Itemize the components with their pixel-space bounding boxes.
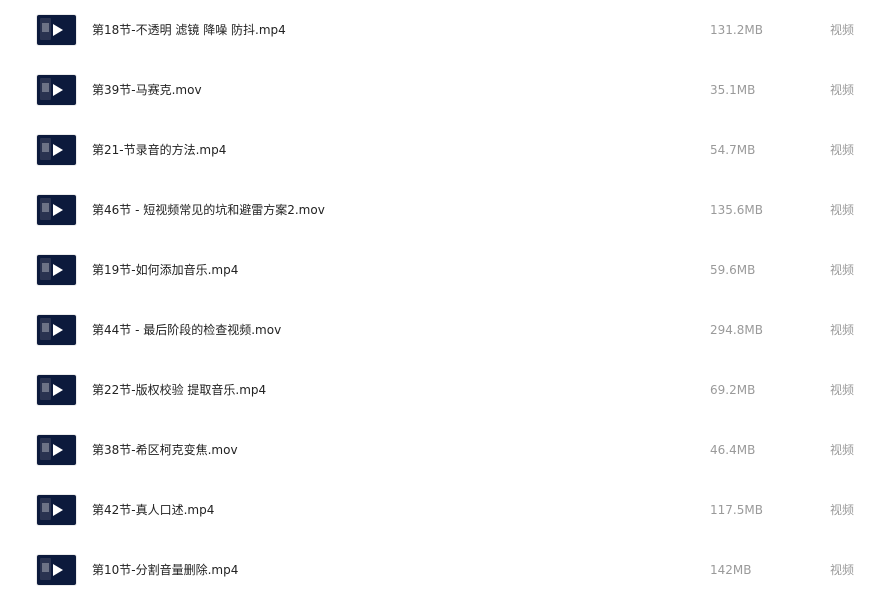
file-size: 54.7MB <box>710 143 756 157</box>
play-icon <box>53 84 63 96</box>
file-row[interactable]: 第44节 - 最后阶段的检查视频.mov 294.8MB 视频 <box>0 300 888 360</box>
file-type: 视频 <box>830 443 855 457</box>
play-icon <box>53 144 63 156</box>
file-name[interactable]: 第21-节录音的方法.mp4 <box>92 140 226 160</box>
file-size: 59.6MB <box>710 263 756 277</box>
file-name[interactable]: 第42节-真人口述.mp4 <box>92 500 214 520</box>
file-row[interactable]: 第38节-希区柯克变焦.mov 46.4MB 视频 <box>0 420 888 480</box>
file-name[interactable]: 第22节-版权校验 提取音乐.mp4 <box>92 380 266 400</box>
video-thumbnail-icon[interactable] <box>37 555 76 585</box>
file-name[interactable]: 第44节 - 最后阶段的检查视频.mov <box>92 320 281 340</box>
file-name[interactable]: 第18节-不透明 滤镜 降噪 防抖.mp4 <box>92 20 286 40</box>
file-list: 第18节-不透明 滤镜 降噪 防抖.mp4 131.2MB 视频 第39节-马赛… <box>0 0 888 600</box>
file-name[interactable]: 第39节-马赛克.mov <box>92 80 202 100</box>
video-thumbnail-icon[interactable] <box>37 15 76 45</box>
file-size: 142MB <box>710 563 752 577</box>
file-type: 视频 <box>830 203 855 217</box>
file-size: 69.2MB <box>710 383 756 397</box>
file-row[interactable]: 第22节-版权校验 提取音乐.mp4 69.2MB 视频 <box>0 360 888 420</box>
video-thumbnail-icon[interactable] <box>37 375 76 405</box>
file-type: 视频 <box>830 383 855 397</box>
play-icon <box>53 444 63 456</box>
video-thumbnail-icon[interactable] <box>37 75 76 105</box>
video-thumbnail-icon[interactable] <box>37 195 76 225</box>
file-row[interactable]: 第39节-马赛克.mov 35.1MB 视频 <box>0 60 888 120</box>
file-size: 117.5MB <box>710 503 763 517</box>
file-type: 视频 <box>830 323 855 337</box>
file-row[interactable]: 第42节-真人口述.mp4 117.5MB 视频 <box>0 480 888 540</box>
play-icon <box>53 24 63 36</box>
file-name[interactable]: 第19节-如何添加音乐.mp4 <box>92 260 238 280</box>
file-type: 视频 <box>830 83 855 97</box>
file-size: 46.4MB <box>710 443 756 457</box>
file-name[interactable]: 第10节-分割音量删除.mp4 <box>92 560 238 580</box>
video-thumbnail-icon[interactable] <box>37 135 76 165</box>
play-icon <box>53 324 63 336</box>
play-icon <box>53 564 63 576</box>
file-type: 视频 <box>830 563 855 577</box>
video-thumbnail-icon[interactable] <box>37 495 76 525</box>
file-size: 135.6MB <box>710 203 763 217</box>
play-icon <box>53 504 63 516</box>
file-name[interactable]: 第46节 - 短视频常见的坑和避雷方案2.mov <box>92 200 325 220</box>
play-icon <box>53 204 63 216</box>
file-type: 视频 <box>830 263 855 277</box>
file-size: 131.2MB <box>710 23 763 37</box>
file-row[interactable]: 第46节 - 短视频常见的坑和避雷方案2.mov 135.6MB 视频 <box>0 180 888 240</box>
file-type: 视频 <box>830 503 855 517</box>
file-row[interactable]: 第10节-分割音量删除.mp4 142MB 视频 <box>0 540 888 600</box>
file-row[interactable]: 第18节-不透明 滤镜 降噪 防抖.mp4 131.2MB 视频 <box>0 0 888 60</box>
file-type: 视频 <box>830 23 855 37</box>
file-row[interactable]: 第19节-如何添加音乐.mp4 59.6MB 视频 <box>0 240 888 300</box>
video-thumbnail-icon[interactable] <box>37 315 76 345</box>
video-thumbnail-icon[interactable] <box>37 255 76 285</box>
file-size: 35.1MB <box>710 83 756 97</box>
file-size: 294.8MB <box>710 323 763 337</box>
file-row[interactable]: 第21-节录音的方法.mp4 54.7MB 视频 <box>0 120 888 180</box>
video-thumbnail-icon[interactable] <box>37 435 76 465</box>
play-icon <box>53 384 63 396</box>
file-type: 视频 <box>830 143 855 157</box>
file-name[interactable]: 第38节-希区柯克变焦.mov <box>92 440 238 460</box>
play-icon <box>53 264 63 276</box>
